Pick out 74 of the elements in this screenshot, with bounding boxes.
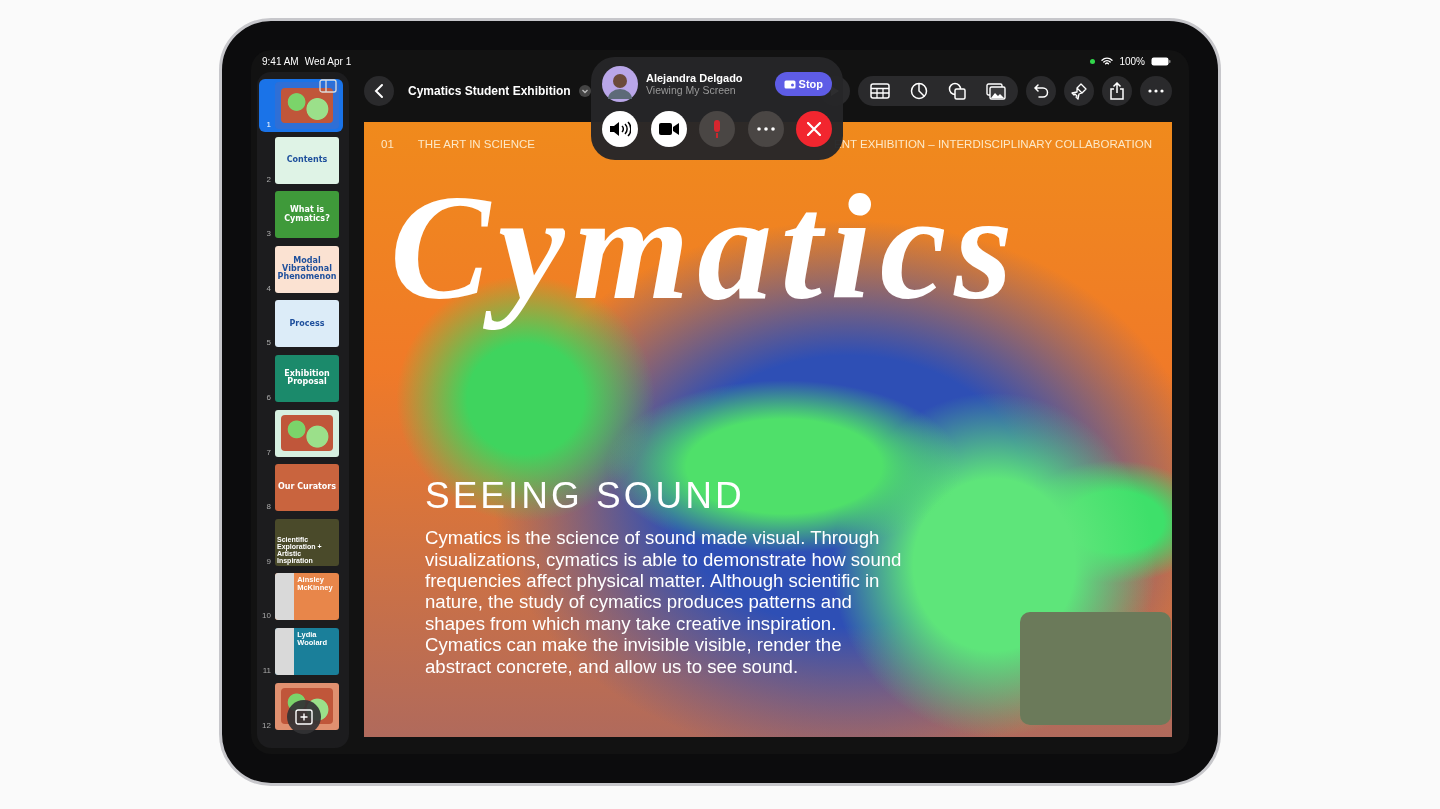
- thumbnail-title: Exhibition Proposal: [283, 368, 331, 389]
- undo-button[interactable]: [1026, 76, 1056, 106]
- slide-title: Cymatics: [389, 163, 1022, 332]
- slide-number: 1: [265, 120, 271, 129]
- slide-thumbnail[interactable]: Process: [275, 300, 339, 348]
- media-icon[interactable]: [986, 82, 1006, 100]
- photo-placeholder: [275, 627, 295, 675]
- slide-number: 7: [265, 447, 271, 457]
- more-options-button[interactable]: [747, 111, 784, 147]
- caller-name: Alejandra Delgado: [646, 72, 744, 84]
- slide-number: 2: [265, 174, 271, 184]
- camera-indicator-icon: [1090, 58, 1096, 64]
- slide-thumbnail[interactable]: [275, 409, 339, 457]
- thumbnail-title: Contents: [285, 153, 329, 166]
- slide-thumbnail[interactable]: What is Cymatics?: [275, 191, 339, 239]
- end-call-button[interactable]: [796, 111, 832, 147]
- document-title[interactable]: Cymatics Student Exhibition: [402, 84, 571, 98]
- slide-number: 3: [265, 229, 271, 239]
- slide-number: 9: [265, 556, 271, 566]
- slide-thumbnail[interactable]: Exhibition Proposal: [275, 354, 339, 402]
- call-status: Viewing My Screen: [646, 84, 737, 96]
- battery-icon: [1151, 56, 1171, 66]
- back-icon: [374, 83, 384, 99]
- slide-thumbnail[interactable]: Contents: [275, 136, 339, 184]
- slide-body-text: Cymatics is the science of sound made visual. Through visualizations, cymatics is able to demonstrate how sound frequencies affect physical matter. Although scientific in nature, the study of cymatics produces patterns and shapes from which many take creative inspiration. Cymatics can make the invisible visible, render the abstract concrete, and allow us to see sound.: [425, 527, 903, 677]
- add-icon: [295, 709, 313, 725]
- share-icon: [1109, 82, 1125, 100]
- more-button[interactable]: [1140, 76, 1172, 106]
- paintbrush-icon: [1070, 82, 1088, 100]
- slide-number-label: 01: [381, 138, 394, 150]
- slide-number: 5: [265, 338, 271, 348]
- share-button[interactable]: [1102, 76, 1132, 106]
- chevron-down-icon[interactable]: [578, 85, 591, 97]
- status-date: Wed Apr 1: [304, 55, 352, 67]
- shapes-icon[interactable]: [948, 82, 966, 100]
- slide-thumbnail[interactable]: Our Curators: [275, 464, 339, 512]
- screen-share-icon: [783, 79, 796, 89]
- video-camera-icon: [658, 122, 679, 136]
- thumbnail-title: What is Cymatics?: [283, 204, 331, 225]
- slide-number: 6: [265, 392, 271, 402]
- slide-number: 4: [265, 283, 271, 293]
- slide-kicker: THE ART IN SCIENCE: [417, 138, 535, 150]
- slide-thumbnail[interactable]: Modal Vibrational Phenomenon: [275, 245, 339, 293]
- sidebar-icon[interactable]: [319, 79, 337, 93]
- avatar-icon: [602, 66, 638, 102]
- thumbnail-title: Process: [288, 317, 326, 330]
- battery-percent: 100%: [1119, 55, 1145, 67]
- stop-sharing-button[interactable]: Stop: [774, 72, 832, 96]
- slide-heading: SEEING SOUND: [425, 475, 746, 518]
- slide-thumbnail[interactable]: [275, 82, 339, 129]
- table-icon[interactable]: [870, 83, 890, 99]
- chart-icon[interactable]: [910, 82, 928, 100]
- speaker-icon: [609, 121, 631, 137]
- back-button[interactable]: [364, 76, 394, 106]
- close-icon: [807, 122, 821, 136]
- slide-number: 11: [261, 665, 271, 675]
- pattern-drawing: [281, 415, 333, 451]
- thumbnail-title: Modal Vibrational Phenomenon: [276, 254, 338, 284]
- slide-number: 12: [261, 720, 271, 730]
- microphone-button[interactable]: [699, 111, 735, 147]
- undo-icon: [1033, 83, 1049, 99]
- more-icon: [756, 127, 775, 131]
- speaker-button[interactable]: [602, 111, 638, 147]
- slide-number: 10: [261, 611, 271, 621]
- photo-placeholder: [275, 573, 295, 621]
- wifi-icon: [1101, 56, 1114, 66]
- status-time: 9:41 AM: [262, 55, 299, 67]
- thumbnail-title: Our Curators: [276, 481, 338, 494]
- format-button[interactable]: [1064, 76, 1094, 106]
- more-icon: [1148, 89, 1164, 93]
- camera-button[interactable]: [650, 111, 687, 147]
- slide-number: 8: [265, 502, 271, 512]
- pattern-drawing: [281, 87, 333, 124]
- microphone-icon: [712, 120, 722, 138]
